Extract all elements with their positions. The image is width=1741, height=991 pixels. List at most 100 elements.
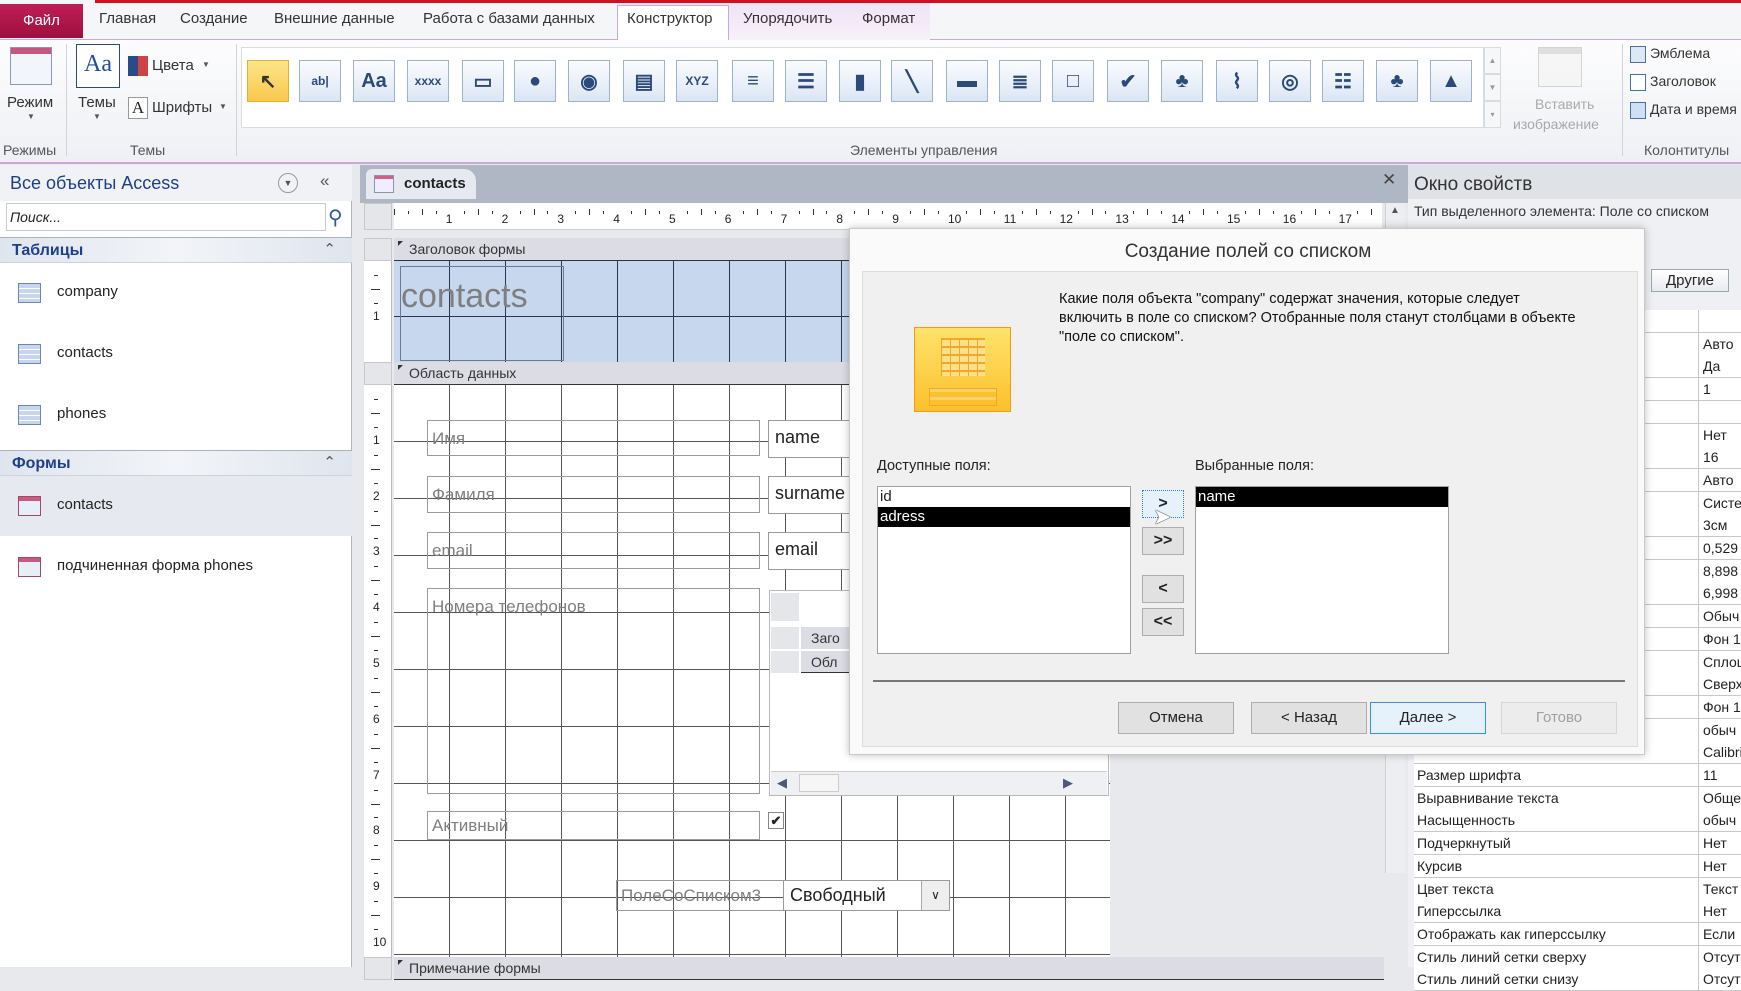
property-value[interactable]: Да: [1698, 355, 1720, 378]
list-item-id[interactable]: id: [878, 487, 1130, 507]
tab-format[interactable]: Формат: [862, 10, 915, 27]
select-pointer-icon[interactable]: ↖: [247, 60, 289, 102]
property-row[interactable]: Цвет текста Текст: [1414, 877, 1741, 901]
line-icon[interactable]: ╲: [891, 60, 933, 102]
tab-arrange[interactable]: Упорядочить: [743, 10, 832, 27]
scroll-left-icon[interactable]: ◀: [777, 775, 787, 791]
unbound-object-frame-icon[interactable]: ♣: [1161, 60, 1203, 102]
option-group-icon[interactable]: XYZ: [676, 60, 718, 102]
property-value[interactable]: Нет: [1698, 423, 1727, 446]
textbox-icon[interactable]: ab|: [299, 60, 341, 102]
rectangle-icon[interactable]: □: [1052, 60, 1094, 102]
subform-horizontal-scrollbar[interactable]: ◀ ▶: [771, 771, 1107, 795]
surname-label[interactable]: Фамиля: [427, 476, 760, 513]
property-row[interactable]: Стиль линий сетки снизу Отсут: [1414, 968, 1741, 991]
subform-selector[interactable]: [771, 593, 799, 621]
web-browser-icon[interactable]: ◉: [568, 60, 610, 102]
property-value[interactable]: 8,898: [1698, 559, 1738, 582]
tab-file[interactable]: Файл: [0, 4, 83, 38]
checkbox-icon[interactable]: ✔: [1107, 60, 1149, 102]
property-row[interactable]: Стиль линий сетки сверху Отсут: [1414, 945, 1741, 969]
back-button[interactable]: < Назад: [1251, 702, 1367, 734]
gallery-scroll-down[interactable]: ▼: [1484, 74, 1501, 101]
nav-item-table-contacts[interactable]: contacts: [0, 324, 352, 384]
list-box-icon[interactable]: ≣: [999, 60, 1041, 102]
nav-item-table-company[interactable]: company: [0, 263, 352, 323]
tab-external-data[interactable]: Внешние данные: [274, 10, 395, 27]
scroll-right-icon[interactable]: ▶: [1063, 775, 1073, 791]
nav-section-tables[interactable]: Таблицы ⌃: [0, 237, 352, 263]
nav-title[interactable]: Все объекты Access: [10, 173, 179, 194]
collapse-pane-icon[interactable]: «: [320, 171, 329, 191]
property-value[interactable]: 11: [1698, 764, 1718, 786]
gallery-scroll-up[interactable]: ▲: [1484, 47, 1501, 74]
add-all-fields-button[interactable]: >>: [1142, 527, 1184, 555]
tab-database-tools[interactable]: Работа с базами данных: [423, 10, 595, 27]
horizontal-ruler[interactable]: 1 2 3 4 5 6 7 8 9 10 11 12 13 14 15 16 17: [394, 203, 1382, 230]
hyperlink-icon[interactable]: ●: [514, 60, 556, 102]
selected-fields-list[interactable]: name: [1195, 486, 1449, 654]
property-value[interactable]: Сплош: [1698, 650, 1741, 673]
list-item-name[interactable]: name: [1196, 487, 1448, 507]
scroll-thumb[interactable]: [799, 774, 839, 792]
property-value[interactable]: Сверх: [1698, 673, 1741, 696]
property-value[interactable]: Обще: [1698, 786, 1741, 809]
property-value[interactable]: Текст: [1698, 877, 1738, 900]
document-tab-contacts[interactable]: contacts: [366, 169, 476, 199]
property-row[interactable]: Курсив Нет: [1414, 854, 1741, 878]
property-value[interactable]: Фон 1: [1698, 627, 1741, 650]
remove-field-button[interactable]: <: [1142, 575, 1184, 603]
property-value[interactable]: 6,998: [1698, 582, 1738, 605]
property-value[interactable]: обыч: [1698, 809, 1736, 832]
option-button-icon[interactable]: ◎: [1269, 60, 1311, 102]
name-label[interactable]: Имя: [427, 420, 760, 456]
property-value[interactable]: Авто: [1698, 468, 1734, 491]
page-break-icon[interactable]: ≡: [732, 60, 774, 102]
tab-control-icon[interactable]: ▭: [462, 60, 504, 102]
nav-item-form-contacts[interactable]: contacts: [0, 476, 352, 536]
section-selector[interactable]: [364, 238, 392, 261]
themes-button[interactable]: Aa Темы ▼: [74, 42, 124, 132]
collapse-up-icon[interactable]: ⌃: [323, 240, 336, 258]
property-value[interactable]: Нет: [1698, 854, 1727, 877]
property-value[interactable]: 0,529: [1698, 537, 1738, 559]
property-row[interactable]: Размер шрифта 11: [1414, 764, 1741, 787]
section-selector[interactable]: [771, 651, 799, 673]
property-value[interactable]: обыч: [1698, 718, 1736, 741]
next-button[interactable]: Далее >: [1370, 702, 1486, 734]
property-value[interactable]: Нет: [1698, 832, 1727, 855]
property-value[interactable]: Отсут: [1698, 968, 1741, 991]
property-value[interactable]: Фон 1: [1698, 695, 1741, 718]
property-value[interactable]: Систе: [1698, 491, 1741, 514]
active-label[interactable]: Активный: [427, 811, 760, 840]
remove-all-fields-button[interactable]: <<: [1142, 608, 1184, 636]
button-icon[interactable]: xxxx: [407, 60, 449, 102]
chart-icon[interactable]: ▮: [839, 60, 881, 102]
active-checkbox[interactable]: ✔: [768, 812, 784, 829]
section-selector[interactable]: [364, 957, 392, 980]
vertical-ruler[interactable]: 1 1 2 3 4 5 6 7 8 9 10: [364, 238, 392, 967]
close-document-icon[interactable]: ✕: [1382, 170, 1396, 190]
property-row[interactable]: Подчеркнутый Нет: [1414, 832, 1741, 856]
combo-box-icon[interactable]: ☰: [785, 60, 827, 102]
property-value[interactable]: Обыч: [1698, 605, 1739, 628]
navigation-control-icon[interactable]: ▤: [623, 60, 665, 102]
collapse-up-icon[interactable]: ⌃: [323, 453, 336, 471]
scroll-up-icon[interactable]: ▲: [1390, 205, 1400, 216]
property-value[interactable]: [1698, 400, 1703, 423]
section-selector[interactable]: [771, 627, 799, 649]
search-input[interactable]: Поиск...: [6, 203, 326, 231]
tab-create[interactable]: Создание: [180, 10, 248, 27]
form-selector[interactable]: [364, 203, 392, 230]
available-fields-list[interactable]: id adress: [877, 486, 1131, 654]
nav-section-forms[interactable]: Формы ⌃: [0, 450, 352, 476]
form-footer-bar[interactable]: Примечание формы: [394, 957, 1384, 980]
label-icon[interactable]: Aa: [353, 60, 395, 102]
nav-item-table-phones[interactable]: phones: [0, 385, 352, 445]
list-item-adress[interactable]: adress: [878, 507, 1130, 527]
combo-label[interactable]: ПолеСоСписком3: [616, 880, 784, 911]
phones-label[interactable]: Номера телефонов: [427, 588, 760, 794]
nav-item-form-phones-subform[interactable]: подчиненная форма phones: [0, 537, 352, 597]
chevron-down-icon[interactable]: ∨: [921, 881, 949, 910]
email-label[interactable]: email: [427, 532, 760, 569]
